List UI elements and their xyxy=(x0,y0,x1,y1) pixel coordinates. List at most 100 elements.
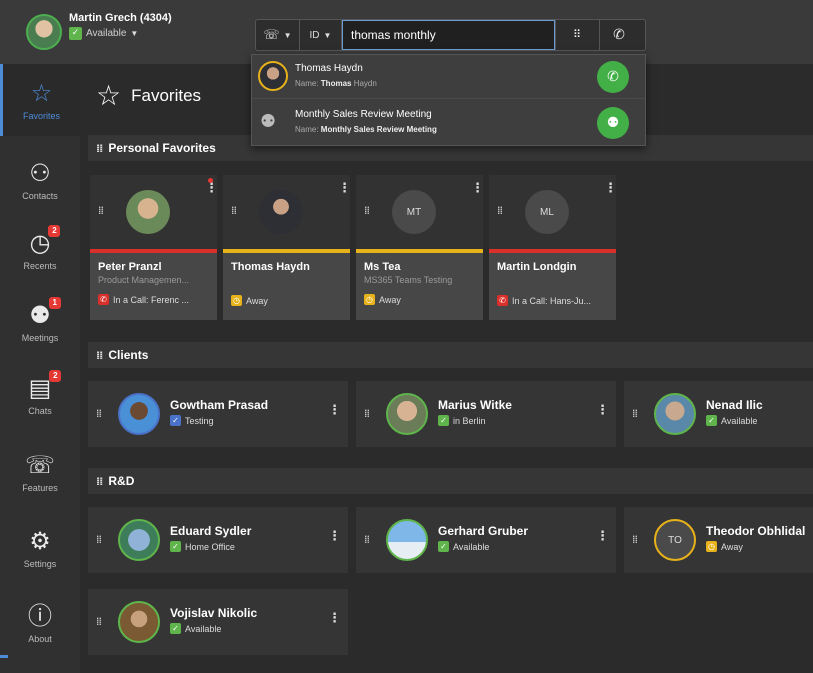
drag-handle-icon[interactable]: ⁞⁞ xyxy=(98,204,104,217)
favorite-card-info: Thomas Haydn ◷ Away xyxy=(223,253,350,320)
away-icon: ◷ xyxy=(364,294,375,305)
more-options-icon[interactable]: ⋮ xyxy=(328,611,341,626)
contact-name: Eduard Sydler xyxy=(170,524,252,538)
call-mode-dropdown[interactable]: ☏ ▼ xyxy=(256,20,300,50)
contact-name: Nenad Ilic xyxy=(706,398,763,412)
sidebar-item-favorites[interactable]: ☆ Favorites xyxy=(0,64,80,136)
sidebar-item-chats[interactable]: ▤ 2 Chats xyxy=(0,359,80,431)
favorite-card-info: Ms Tea MS365 Teams Testing ◷ Away xyxy=(356,253,483,320)
status-row: ✆ In a Call: Hans-Ju... xyxy=(497,295,608,306)
status-row: ✓ Available xyxy=(706,415,757,426)
phone-icon: ✆ xyxy=(98,294,109,305)
more-options-icon[interactable]: ⋮ xyxy=(338,181,351,196)
contact-name: Thomas Haydn xyxy=(231,261,310,273)
drag-handle-icon[interactable]: ⁞⁞ xyxy=(632,533,638,546)
sidebar-item-features[interactable]: ☏ Features xyxy=(0,436,80,508)
page-header: ☆ Favorites xyxy=(96,82,201,110)
drag-handle-icon[interactable]: ⁞⁞ xyxy=(632,407,638,420)
status-text: Available xyxy=(721,415,758,426)
status-row: ◷ Away xyxy=(706,541,743,552)
phone-icon: ✆ xyxy=(497,295,508,306)
result-subtitle-match: Thomas xyxy=(320,79,352,88)
user-status-label: Available xyxy=(86,28,127,39)
sidebar-item-label: Recents xyxy=(23,260,57,271)
contact-subtitle: MS365 Teams Testing xyxy=(364,275,453,285)
more-options-icon[interactable]: ⋮ xyxy=(596,403,609,418)
status-row: ✓ Testing xyxy=(170,415,214,426)
search-type-dropdown[interactable]: ID ▼ xyxy=(300,20,342,50)
star-outline-icon: ☆ xyxy=(96,79,122,112)
search-result-item[interactable]: ⚉ Monthly Sales Review Meeting Name: Month… xyxy=(252,101,645,145)
status-text: Testing xyxy=(185,415,214,426)
contact-card[interactable]: ⁞⁞ Marius Witke ✓ in Berlin ⋮ xyxy=(356,381,616,447)
search-input[interactable] xyxy=(342,20,555,50)
favorite-card[interactable]: ⁞⁞ ⋮ Peter Pranzl Product Managemen... ✆ In a… xyxy=(90,175,218,320)
status-text: in Berlin xyxy=(453,415,486,426)
search-result-item[interactable]: Thomas Haydn Name: Thomas Haydn ✆ xyxy=(252,55,645,99)
drag-handle-icon[interactable]: ⁞⁞ xyxy=(231,204,237,217)
contact-card[interactable]: ⁞⁞ Vojislav Nikolic ✓ Available ⋮ xyxy=(88,589,348,655)
status-icon: ✓ xyxy=(170,415,181,426)
call-contact-button[interactable]: ✆ xyxy=(597,61,629,93)
call-button[interactable]: ✆ xyxy=(600,20,638,50)
more-options-icon[interactable]: ⋮ xyxy=(596,529,609,544)
drag-handle-icon[interactable]: ⁞⁞ xyxy=(96,475,103,488)
notification-badge: 2 xyxy=(49,369,62,382)
avatar xyxy=(126,190,170,234)
status-row: ◷ Away xyxy=(364,294,475,305)
search-type-label: ID xyxy=(309,29,320,41)
notification-badge: 1 xyxy=(48,296,61,309)
status-row: ✓ Available xyxy=(438,541,489,552)
sidebar-item-settings[interactable]: ⚙ Settings xyxy=(0,512,80,584)
drag-handle-icon[interactable]: ⁞⁞ xyxy=(364,407,370,420)
favorite-card[interactable]: ⁞⁞ ⋮ Thomas Haydn ◷ Away xyxy=(223,175,351,320)
notification-badge: 2 xyxy=(48,224,61,237)
status-text: In a Call: Ferenc ... xyxy=(113,294,190,305)
contact-card[interactable]: ⁞⁞ Nenad Ilic ✓ Available xyxy=(624,381,813,447)
result-subtitle-rest: Haydn xyxy=(351,79,377,88)
more-options-icon[interactable]: ⋮ xyxy=(205,181,218,196)
drag-handle-icon[interactable]: ⁞⁞ xyxy=(364,204,370,217)
contact-card[interactable]: ⁞⁞ TO Theodor Obhlidal ◷ Away xyxy=(624,507,813,573)
user-avatar[interactable] xyxy=(26,14,62,50)
sidebar-item-meetings[interactable]: ⚉ 1 Meetings xyxy=(0,286,80,358)
avatar xyxy=(118,601,160,643)
drag-handle-icon[interactable]: ⁞⁞ xyxy=(364,533,370,546)
favorite-card[interactable]: ⁞⁞ ⋮ MT Ms Tea MS365 Teams Testing ◷ Away xyxy=(356,175,484,320)
drag-handle-icon[interactable]: ⁞⁞ xyxy=(96,349,103,362)
avatar xyxy=(259,190,303,234)
drag-handle-icon[interactable]: ⁞⁞ xyxy=(96,407,102,420)
contact-name: Martin Londgin xyxy=(497,261,577,273)
drag-handle-icon[interactable]: ⁞⁞ xyxy=(96,142,103,155)
avatar xyxy=(654,393,696,435)
sidebar-item-contacts[interactable]: ⚇ Contacts xyxy=(0,144,80,216)
contact-card[interactable]: ⁞⁞ Eduard Sydler ✓ Home Office ⋮ xyxy=(88,507,348,573)
sidebar-item-about[interactable]: ⓘ About xyxy=(0,587,80,659)
user-status-selector[interactable]: ✓ Available ▼ xyxy=(69,27,138,40)
section-rnd[interactable]: ⁞⁞ R&D xyxy=(88,468,813,494)
sidebar-item-recents[interactable]: ◷ 2 Recents xyxy=(0,214,80,286)
search-results-dropdown: Thomas Haydn Name: Thomas Haydn ✆ ⚉ Monthly … xyxy=(251,54,646,146)
favorite-card[interactable]: ⁞⁞ ⋮ ML Martin Londgin ✆ In a Call: Hans-Ju..… xyxy=(489,175,617,320)
more-options-icon[interactable]: ⋮ xyxy=(328,529,341,544)
available-check-icon: ✓ xyxy=(69,27,82,40)
contact-card[interactable]: ⁞⁞ Gerhard Gruber ✓ Available ⋮ xyxy=(356,507,616,573)
more-options-icon[interactable]: ⋮ xyxy=(328,403,341,418)
drag-handle-icon[interactable]: ⁞⁞ xyxy=(96,615,102,628)
status-text: Available xyxy=(185,623,222,634)
more-options-icon[interactable]: ⋮ xyxy=(471,181,484,196)
drag-handle-icon[interactable]: ⁞⁞ xyxy=(96,533,102,546)
contact-card[interactable]: ⁞⁞ Gowtham Prasad ✓ Testing ⋮ xyxy=(88,381,348,447)
phone-icon: ✆ xyxy=(607,69,619,85)
phone-icon: ✆ xyxy=(613,27,625,43)
contact-subtitle: Product Managemen... xyxy=(98,275,190,285)
dialpad-button[interactable]: ⠿ xyxy=(555,20,600,50)
section-clients[interactable]: ⁞⁞ Clients xyxy=(88,342,813,368)
more-options-icon[interactable]: ⋮ xyxy=(604,181,617,196)
drag-handle-icon[interactable]: ⁞⁞ xyxy=(497,204,503,217)
meeting-icon: ⚉ xyxy=(260,111,277,132)
avatar: MT xyxy=(392,190,436,234)
result-subtitle-prefix: Name: xyxy=(295,79,321,88)
join-meeting-button[interactable]: ⚉ xyxy=(597,107,629,139)
sidebar-item-label: Settings xyxy=(23,558,57,569)
